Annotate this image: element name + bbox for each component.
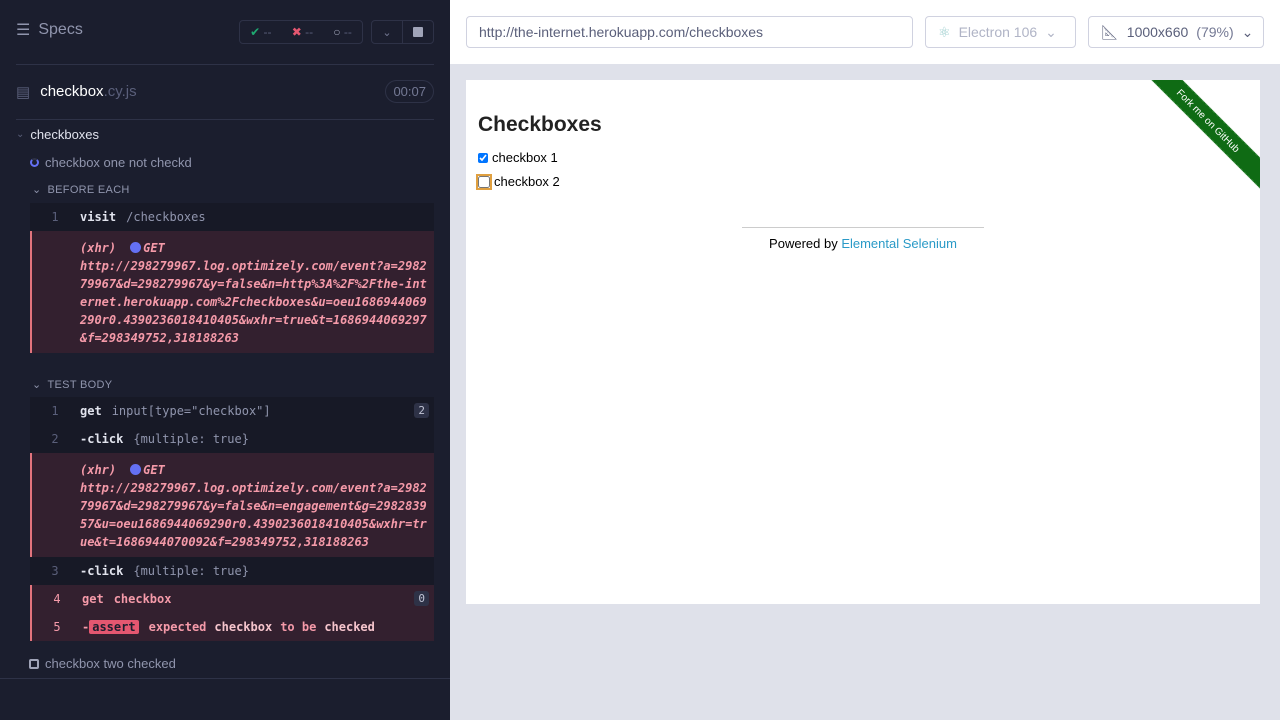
xhr-log[interactable]: (xhr) GET http://298279967.log.optimizely.… (30, 231, 434, 353)
running-spinner-icon (30, 158, 39, 167)
collapse-button[interactable]: ⌄ (372, 21, 403, 43)
chevron-down-icon: ⌄ (382, 26, 392, 39)
failed-icon: ✖ (291, 25, 302, 39)
command-get[interactable]: 1 get input[type="checkbox"] 2 (30, 397, 434, 425)
checkbox-2[interactable]: checkbox 2 (476, 173, 560, 190)
chevron-down-icon: ⌄ (1045, 23, 1057, 40)
app-under-test: Fork me on GitHub Checkboxes checkbox 1 … (466, 80, 1260, 604)
stats: ✔ -- ✖ -- ○ -- (239, 20, 363, 44)
xhr-status-dot-icon (130, 242, 142, 253)
elemental-selenium-link[interactable]: Elemental Selenium (841, 236, 957, 251)
hook-test-body[interactable]: ⌄ TEST BODY (32, 378, 112, 392)
chevron-down-icon: ⌄ (1241, 23, 1254, 40)
divider (16, 64, 434, 65)
pending-icon: ○ (333, 25, 341, 39)
specs-button[interactable]: ☰ Specs (16, 20, 83, 40)
test-checkbox-two[interactable]: checkbox two checked (29, 656, 176, 671)
stop-icon (413, 27, 423, 37)
count-badge: 0 (414, 591, 429, 606)
duration: 00:07 (385, 80, 434, 103)
xhr-status-dot-icon (130, 464, 142, 475)
checkbox-1[interactable]: checkbox 1 (478, 150, 558, 165)
aut-toolbar: http://the-internet.herokuapp.com/checkb… (450, 0, 1280, 64)
chevron-down-icon: ⌄ (32, 184, 42, 196)
count-badge: 2 (414, 403, 429, 418)
chevron-down-icon: ⌄ (16, 129, 25, 140)
test-checkbox-one[interactable]: checkbox one not checkd (30, 155, 192, 170)
specs-list-icon: ☰ (16, 22, 31, 39)
footer: Powered by Elemental Selenium (742, 227, 984, 251)
command-visit[interactable]: 1 visit/checkboxes (30, 203, 434, 231)
command-click[interactable]: 2 -click {multiple: true} (30, 425, 434, 453)
passed-icon: ✔ (250, 25, 261, 39)
reporter-panel: ☰ Specs ✔ -- ✖ -- ○ -- ⌄ ▤ checkbox .cy.js… (0, 0, 450, 720)
ruler-icon: 📐︎ (1101, 23, 1119, 40)
divider (16, 119, 434, 120)
fork-me-ribbon[interactable]: Fork me on GitHub (1129, 80, 1260, 200)
stop-button[interactable] (403, 21, 433, 43)
spec-header: ▤ checkbox .cy.js 00:07 (16, 80, 434, 103)
viewport-select[interactable]: 📐︎ 1000x660 (79%) ⌄ (1088, 16, 1264, 48)
pending-test-icon (29, 658, 39, 669)
command-assert-failed[interactable]: 5- assert expected checkbox to be checked (30, 613, 434, 641)
command-get-failed[interactable]: 4 get checkbox 0 (30, 585, 434, 613)
browser-select[interactable]: ⚛ Electron 106 ⌄ (925, 16, 1076, 48)
electron-icon: ⚛ (938, 23, 951, 40)
divider (0, 678, 450, 679)
command-click[interactable]: 3 -click {multiple: true} (30, 557, 434, 585)
checkbox-1-input[interactable] (478, 152, 488, 163)
page-heading: Checkboxes (478, 113, 602, 136)
url-bar[interactable]: http://the-internet.herokuapp.com/checkb… (466, 16, 913, 48)
chevron-down-icon: ⌄ (32, 379, 42, 391)
hook-before-each[interactable]: ⌄ BEFORE EACH (32, 183, 130, 197)
xhr-log[interactable]: (xhr) GET http://298279967.log.optimizely.… (30, 453, 434, 557)
document-icon: ▤ (16, 83, 31, 101)
suite-checkboxes[interactable]: ⌄ checkboxes (16, 127, 99, 142)
checkbox-2-input[interactable] (476, 173, 492, 190)
